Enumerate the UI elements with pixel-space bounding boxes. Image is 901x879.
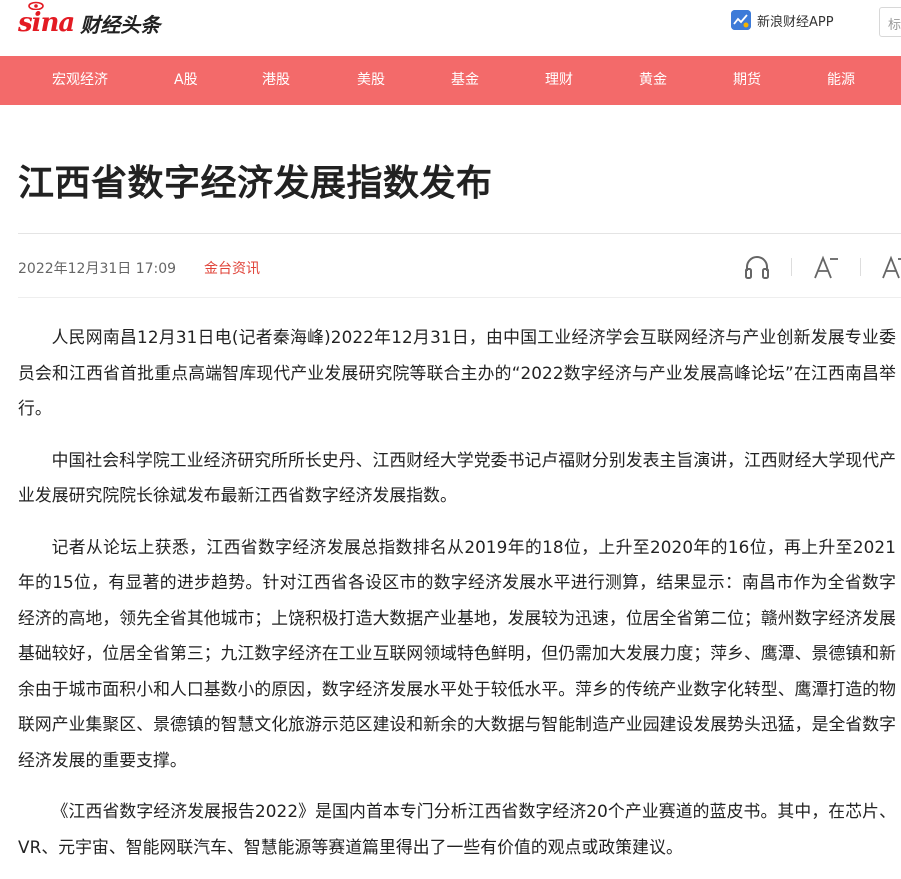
tool-separator bbox=[791, 258, 792, 276]
nav-item-funds[interactable]: 基金 bbox=[451, 56, 479, 105]
headphones-icon[interactable] bbox=[742, 252, 772, 282]
article-paragraph: 记者从论坛上获悉，江西省数字经济发展总指数排名从2019年的18位，上升至202… bbox=[18, 536, 896, 770]
publish-date: 2022年12月31日 17:09 bbox=[18, 261, 177, 277]
article-paragraph: 《江西省数字经济发展报告2022》是国内首本专门分析江西省数字经济20个产业赛道… bbox=[18, 801, 896, 857]
nav-item-macro-economy[interactable]: 宏观经济 bbox=[52, 56, 108, 105]
article-paragraph: 人民网南昌12月31日电(记者秦海峰)2022年12月31日，由中国工业经济学会… bbox=[18, 327, 896, 418]
top-header: sina 财经头条 新浪财经APP 标 bbox=[0, 0, 901, 56]
nav-item-wealth[interactable]: 理财 bbox=[545, 56, 573, 105]
article-paragraph: 中国社会科学院工业经济研究所所长史丹、江西财经大学党委书记卢福财分别发表主旨演讲… bbox=[18, 449, 896, 506]
article-title: 江西省数字经济发展指数发布 bbox=[18, 163, 493, 204]
nav-item-energy[interactable]: 能源 bbox=[827, 56, 855, 105]
title-divider bbox=[18, 233, 901, 234]
logo-eye-icon bbox=[28, 1, 44, 10]
article-body: 人民网南昌12月31日电(记者秦海峰)2022年12月31日，由中国工业经济学会… bbox=[18, 320, 896, 879]
app-icon bbox=[731, 10, 751, 30]
channel-nav: 宏观经济 A股 港股 美股 基金 理财 黄金 期货 能源 bbox=[0, 56, 901, 105]
font-decrease-icon[interactable] bbox=[811, 252, 841, 282]
nav-item-futures[interactable]: 期货 bbox=[733, 56, 761, 105]
nav-item-gold[interactable]: 黄金 bbox=[639, 56, 667, 105]
app-link-label: 新浪财经APP bbox=[757, 14, 834, 30]
meta-divider bbox=[18, 297, 901, 298]
nav-item-a-shares[interactable]: A股 bbox=[174, 56, 198, 105]
tool-separator bbox=[860, 258, 861, 276]
logo-wordmark: sina bbox=[18, 8, 75, 38]
search-placeholder: 标 bbox=[888, 18, 901, 33]
nav-item-hk-stocks[interactable]: 港股 bbox=[262, 56, 290, 105]
search-input[interactable]: 标 bbox=[879, 7, 901, 37]
sina-finance-app-link[interactable]: 新浪财经APP bbox=[731, 9, 834, 31]
sina-logo[interactable]: sina 财经头条 bbox=[18, 1, 161, 40]
logo-subtitle: 财经头条 bbox=[80, 12, 161, 37]
article-source[interactable]: 金台资讯 bbox=[204, 258, 260, 278]
font-increase-icon[interactable] bbox=[879, 252, 901, 282]
nav-item-us-stocks[interactable]: 美股 bbox=[357, 56, 385, 105]
